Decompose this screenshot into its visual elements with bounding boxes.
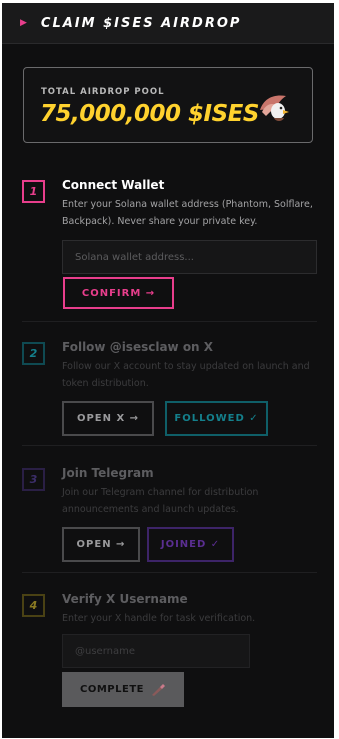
wallet-address-input[interactable]: Solana wallet address... bbox=[62, 240, 317, 274]
airdrop-pool-card: TOTAL AIRDROP POOL 75,000,000 $ISES bbox=[23, 67, 313, 143]
step-description: Follow our X account to stay updated on … bbox=[62, 361, 310, 389]
step-number-badge: 2 bbox=[22, 342, 45, 365]
pool-amount: 75,000,000 $ISES bbox=[40, 101, 259, 127]
page-title: CLAIM $ISES AIRDROP bbox=[40, 15, 242, 31]
followed-button[interactable]: FOLLOWED ✓ bbox=[165, 401, 268, 436]
complete-button[interactable]: COMPLETE bbox=[62, 672, 184, 707]
play-icon: ▶ bbox=[20, 18, 27, 28]
airdrop-panel: ▶ CLAIM $ISES AIRDROP TOTAL AIRDROP POOL… bbox=[2, 3, 334, 738]
username-input[interactable]: @username bbox=[62, 634, 250, 668]
joined-button[interactable]: JOINED ✓ bbox=[147, 527, 234, 562]
step-title: Follow @isesclaw on X bbox=[62, 340, 214, 354]
step-number-badge: 4 bbox=[22, 594, 45, 617]
confirm-button[interactable]: CONFIRM → bbox=[63, 277, 174, 309]
step-number-badge: 1 bbox=[22, 180, 45, 203]
step-number-badge: 3 bbox=[22, 468, 45, 491]
claw-icon bbox=[151, 683, 165, 696]
step-description: Enter your X handle for task verificatio… bbox=[62, 613, 256, 624]
divider bbox=[22, 572, 317, 573]
open-x-button[interactable]: OPEN X → bbox=[62, 401, 154, 436]
step-description: Join our Telegram channel for distributi… bbox=[62, 487, 259, 515]
step-title: Connect Wallet bbox=[62, 178, 165, 192]
step-title: Join Telegram bbox=[62, 466, 154, 480]
divider bbox=[22, 445, 317, 446]
open-telegram-button[interactable]: OPEN → bbox=[62, 527, 140, 562]
panel-header: ▶ CLAIM $ISES AIRDROP bbox=[2, 3, 334, 44]
step-description: Enter your Solana wallet address (Phanto… bbox=[62, 199, 313, 227]
eagle-icon bbox=[260, 95, 289, 121]
pool-label: TOTAL AIRDROP POOL bbox=[41, 87, 165, 97]
divider bbox=[22, 321, 317, 322]
complete-label: COMPLETE bbox=[80, 684, 144, 695]
step-title: Verify X Username bbox=[62, 592, 188, 606]
